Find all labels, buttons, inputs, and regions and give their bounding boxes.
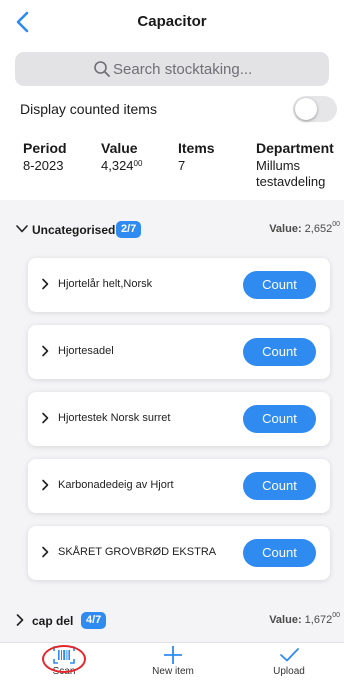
department-label: Department bbox=[256, 140, 334, 156]
value-amount: 4,32400 bbox=[101, 158, 143, 173]
count-button[interactable]: Count bbox=[243, 472, 316, 500]
new-item-tab[interactable]: New item bbox=[133, 645, 213, 677]
list-item[interactable]: Hjortelår helt,Norsk Count bbox=[28, 258, 330, 312]
period-value: 8-2023 bbox=[23, 158, 64, 173]
department-value: Millums testavdeling bbox=[256, 158, 326, 189]
nav-header: Capacitor bbox=[0, 0, 344, 44]
item-name: Karbonadedeig av Hjort bbox=[58, 479, 174, 491]
search-icon bbox=[94, 61, 110, 77]
count-button[interactable]: Count bbox=[243, 405, 316, 433]
period-info: Period 8-2023 bbox=[23, 140, 67, 174]
chevron-right-icon bbox=[42, 345, 49, 357]
list-item[interactable]: SKÅRET GROVBRØD EKSTRA Count bbox=[28, 526, 330, 580]
item-name: Hjortelår helt,Norsk bbox=[58, 278, 153, 290]
value-label: Value bbox=[101, 140, 138, 156]
group-value: Value: 1,67200 bbox=[269, 612, 340, 626]
group-count-badge: 4/7 bbox=[81, 612, 107, 629]
period-label: Period bbox=[23, 140, 67, 156]
group-name: Uncategorised bbox=[32, 223, 116, 237]
checkmark-icon bbox=[280, 648, 299, 662]
list-item[interactable]: Hjortesadel Count bbox=[28, 325, 330, 379]
count-button[interactable]: Count bbox=[243, 338, 316, 366]
upload-tab[interactable]: Upload bbox=[249, 645, 329, 677]
items-label: Items bbox=[178, 140, 215, 156]
item-name: Hjortestek Norsk surret bbox=[58, 412, 171, 424]
search-input[interactable]: Search stocktaking... bbox=[15, 52, 329, 86]
chevron-right-icon bbox=[42, 278, 49, 290]
new-item-label: New item bbox=[152, 666, 194, 677]
upload-label: Upload bbox=[273, 666, 305, 677]
plus-icon bbox=[164, 646, 182, 664]
chevron-right-icon bbox=[42, 546, 49, 558]
group-header-cap-del[interactable]: cap del 4/7 Value: 1,67200 bbox=[0, 611, 344, 637]
group-count-badge: 2/7 bbox=[116, 221, 142, 238]
items-info: Items 7 bbox=[178, 140, 215, 174]
department-info: Department Millums testavdeling bbox=[256, 140, 334, 190]
value-info: Value 4,32400 bbox=[101, 140, 142, 174]
toggle-knob bbox=[295, 98, 317, 120]
item-name: Hjortesadel bbox=[58, 345, 114, 357]
items-value: 7 bbox=[178, 158, 186, 173]
chevron-down-icon bbox=[16, 225, 28, 233]
page-title: Capacitor bbox=[137, 13, 207, 30]
chevron-right-icon bbox=[16, 614, 24, 626]
group-value: Value: 2,65200 bbox=[269, 221, 340, 235]
group-header-uncategorised[interactable]: Uncategorised 2/7 Value: 2,65200 bbox=[0, 220, 344, 246]
item-name: SKÅRET GROVBRØD EKSTRA bbox=[58, 546, 217, 558]
chevron-right-icon bbox=[42, 479, 49, 491]
list-item[interactable]: Hjortestek Norsk surret Count bbox=[28, 392, 330, 446]
display-counted-label: Display counted items bbox=[20, 101, 157, 117]
count-button[interactable]: Count bbox=[243, 539, 316, 567]
search-placeholder: Search stocktaking... bbox=[113, 61, 253, 78]
chevron-right-icon bbox=[42, 412, 49, 424]
list-item[interactable]: Karbonadedeig av Hjort Count bbox=[28, 459, 330, 513]
count-button[interactable]: Count bbox=[243, 271, 316, 299]
display-counted-toggle[interactable] bbox=[293, 96, 337, 122]
group-name: cap del bbox=[32, 614, 74, 628]
scan-highlight-ring bbox=[42, 645, 86, 673]
